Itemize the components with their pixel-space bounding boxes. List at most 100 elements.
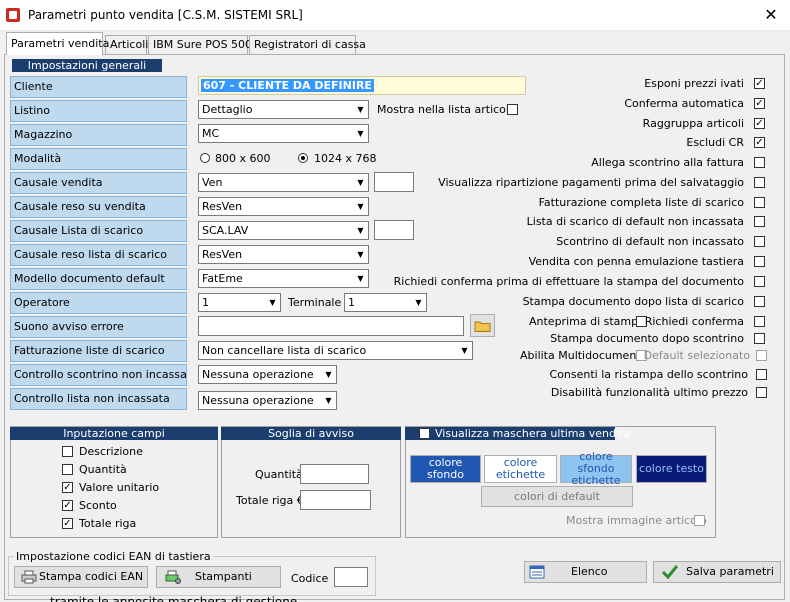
chevron-down-icon: ▼ [353,174,368,191]
chevron-down-icon: ▼ [353,246,368,263]
soglia-quantita-label: Quantità [255,468,303,481]
mostra-immagine-checkbox[interactable] [694,515,705,526]
causale-vendita-value: Ven [202,176,223,189]
default-selezionato-label: Default selezionato [643,349,750,362]
soglia-totale-label: Totale riga € [236,494,304,507]
close-icon[interactable]: ✕ [760,4,782,26]
multidoc-label: Abilita Multidocumento [520,349,648,362]
option-label: Fatturazione completa liste di scarico [538,196,744,209]
option-checkbox[interactable] [754,256,765,267]
colore-sfondo-etichette-button[interactable]: colore sfondo etichette [560,451,632,487]
inp-checkbox[interactable]: ✓ [62,518,73,529]
controllo-lista-value: Nessuna operazione [202,394,314,407]
option-checkbox[interactable] [754,236,765,247]
inp-checkbox[interactable] [62,446,73,457]
colori-default-button[interactable]: colori di default [481,486,633,507]
suono-input[interactable] [198,316,464,336]
radio-800x600[interactable] [200,153,210,163]
elenco-button[interactable]: Elenco [524,561,647,583]
causale-reso-lista-select[interactable]: ResVen ▼ [198,245,369,264]
stampa-dopo-scontrino-label: Stampa documento dopo scontrino [550,332,744,345]
magazzino-value: MC [202,127,220,140]
ristampa-checkbox[interactable] [756,369,767,380]
radio-1024x768[interactable] [298,153,308,163]
colore-sfondo-button[interactable]: colore sfondo [410,455,481,483]
operatore-select[interactable]: 1 ▼ [198,293,281,312]
folder-icon [474,321,491,332]
magazzino-select[interactable]: MC ▼ [198,124,369,143]
printer-settings-icon [165,570,181,584]
colore-etichette-button[interactable]: colore etichette [484,455,557,483]
tab-articoli[interactable]: Articoli [105,35,148,54]
causale-reso-lista-value: ResVen [202,248,243,261]
controllo-scontrino-select[interactable]: Nessuna operazione ▼ [198,365,337,384]
causale-vendita-input[interactable] [374,172,414,192]
chevron-down-icon: ▼ [353,222,368,239]
option-checkbox[interactable] [754,296,765,307]
default-selezionato-checkbox[interactable] [756,350,767,361]
tab-parametri-vendita[interactable]: Parametri vendita [6,32,109,55]
codice-input[interactable] [334,567,368,587]
stampa-dopo-scontrino-checkbox[interactable] [754,333,765,344]
browse-button[interactable] [470,314,495,337]
mostra-lista-label: Mostra nella lista articoli [377,103,513,116]
modello-value: FatEme [202,272,243,285]
option-checkbox[interactable] [754,157,765,168]
option-checkbox[interactable] [754,177,765,188]
option-label: Richiedi conferma prima di effettuare la… [393,275,744,288]
ultimo-prezzo-label: Disabilità funzionalità ultimo prezzo [550,386,748,399]
label-suono: Suono avviso errore [10,316,187,338]
modello-select[interactable]: FatEme ▼ [198,269,369,288]
ultimo-prezzo-checkbox[interactable] [756,387,767,398]
radio-800x600-label: 800 x 600 [215,152,271,165]
option-label: Escludi CR [686,136,744,149]
option-checkbox[interactable] [754,197,765,208]
causale-reso-select[interactable]: ResVen ▼ [198,197,369,216]
option-checkbox[interactable]: ✓ [754,137,765,148]
listino-select[interactable]: Dettaglio ▼ [198,100,369,119]
chevron-down-icon: ▼ [265,294,280,311]
maschera-checkbox[interactable] [419,428,430,439]
tab-ibm-sure-pos[interactable]: IBM Sure POS 500 [148,35,252,54]
inp-checkbox[interactable]: ✓ [62,482,73,493]
label-modello: Modello documento default [10,268,187,290]
tab-registratori[interactable]: Registratori di cassa [249,35,366,54]
controllo-lista-select[interactable]: Nessuna operazione ▼ [198,391,337,410]
causale-lista-input[interactable] [374,220,414,240]
soglia-header: Soglia di avviso [221,427,401,440]
option-checkbox[interactable]: ✓ [754,118,765,129]
terminale-select[interactable]: 1 ▼ [344,293,427,312]
causale-vendita-select[interactable]: Ven ▼ [198,173,369,192]
chevron-down-icon: ▼ [353,270,368,287]
stampa-ean-button[interactable]: Stampa codici EAN [14,566,148,588]
inp-checkbox[interactable]: ✓ [62,500,73,511]
option-label: Conferma automatica [624,97,744,110]
label-controllo-scontrino: Controllo scontrino non incassato [10,364,187,386]
option-checkbox[interactable]: ✓ [754,98,765,109]
richiedi-conferma-checkbox[interactable] [754,316,765,327]
soglia-quantita-input[interactable] [300,464,369,484]
option-checkbox[interactable] [754,276,765,287]
label-operatore: Operatore [10,292,187,314]
stampanti-button[interactable]: Stampanti [156,566,281,588]
inp-label: Sconto [79,499,117,512]
soglia-totale-input[interactable] [300,490,371,510]
option-checkbox[interactable] [754,216,765,227]
chevron-down-icon: ▼ [353,125,368,142]
cliente-field[interactable]: 607 - CLIENTE DA DEFINIRE [198,76,526,95]
inp-checkbox[interactable] [62,464,73,475]
colore-testo-button[interactable]: colore testo [636,455,707,483]
stampa-ean-label: Stampa codici EAN [39,570,144,583]
option-label: Scontrino di default non incassato [556,235,744,248]
label-causale-lista: Causale Lista di scarico [10,220,187,242]
fatturazione-value: Non cancellare lista di scarico [202,344,367,357]
label-listino: Listino [10,100,187,122]
inp-label: Valore unitario [79,481,160,494]
label-controllo-lista: Controllo lista non incassata [10,388,187,410]
salva-parametri-button[interactable]: Salva parametri [653,561,781,583]
option-checkbox[interactable]: ✓ [754,78,765,89]
mostra-lista-checkbox[interactable] [507,104,518,115]
fatturazione-select[interactable]: Non cancellare lista di scarico ▼ [198,341,473,360]
elenco-label: Elenco [571,565,608,578]
causale-lista-select[interactable]: SCA.LAV ▼ [198,221,369,240]
